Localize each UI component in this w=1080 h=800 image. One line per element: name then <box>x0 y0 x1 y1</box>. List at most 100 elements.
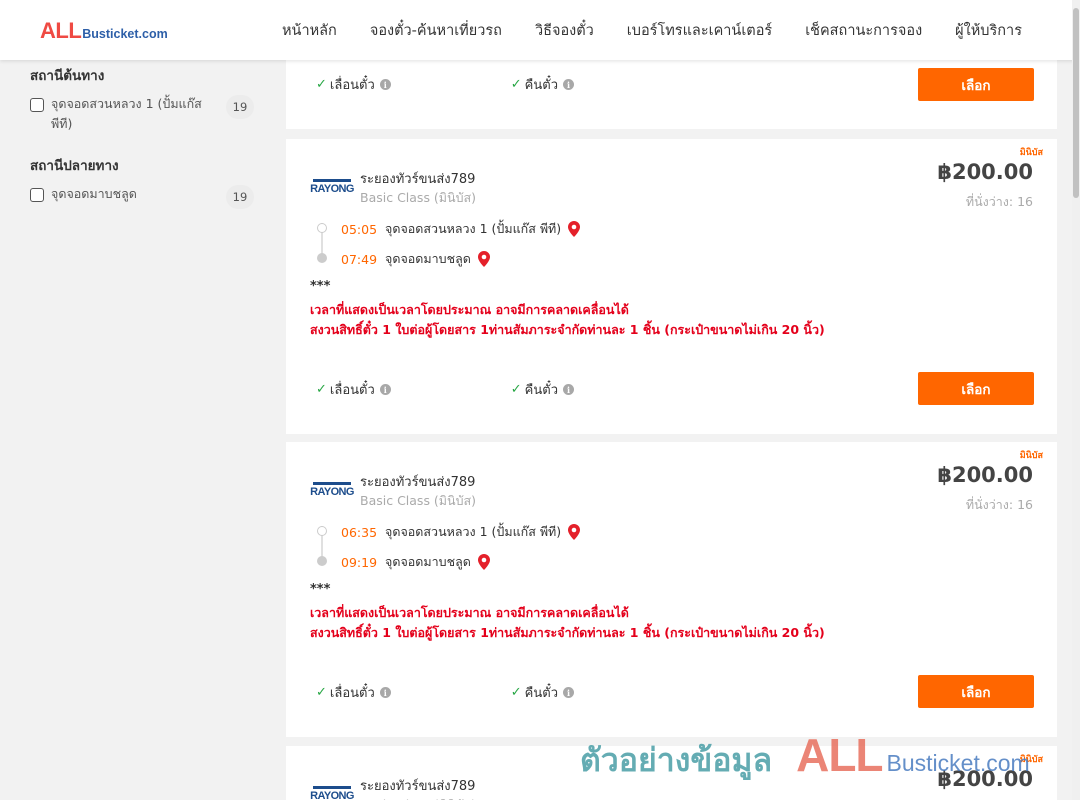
reschedule-label: เลื่อนตั๋ว <box>329 78 375 93</box>
map-pin-icon[interactable] <box>477 554 490 570</box>
arrival-stop-name: จุดจอดมาบชลูด <box>385 554 471 569</box>
luggage-policy: สงวนสิทธิ์ตั๋ว 1 ใบต่อผู้โดยสาร 1ท่านสัม… <box>310 322 825 337</box>
nav-phone-counters[interactable]: เบอร์โทรและเคาน์เตอร์ <box>627 19 772 42</box>
site-header: ALL Busticket.com หน้าหลัก จองตั๋ว-ค้นหา… <box>0 0 1080 60</box>
operator-name: ระยองทัวร์ขนส่ง789 <box>360 475 476 490</box>
amenities-row: ✓ เลื่อนตั๋ว i ✓ คืนตั๋ว i <box>316 74 694 95</box>
map-pin-icon[interactable] <box>568 221 581 237</box>
check-icon: ✓ <box>510 382 522 397</box>
destination-filter-title: สถานีปลายทาง <box>30 158 119 174</box>
destination-filter-option[interactable]: จุดจอดมาบชลูด 19 <box>30 185 260 209</box>
reschedule-label: เลื่อนตั๋ว <box>329 686 375 701</box>
departure-stop-name: จุดจอดสวนหลวง 1 (ปั้มแก๊ส พีที) <box>385 524 562 539</box>
origin-filter-option[interactable]: จุดจอดสวนหลวง 1 (ปั้มแก๊ส พีที) 19 <box>30 95 260 134</box>
destination-option-label: จุดจอดมาบชลูด <box>51 186 137 201</box>
operator-logo: RAYONG <box>310 786 354 800</box>
filter-sidebar: สถานีต้นทาง จุดจอดสวนหลวง 1 (ปั้มแก๊ส พี… <box>30 60 260 209</box>
ticket-price: ฿200.00 <box>937 160 1033 184</box>
refund-amenity: ✓ คืนตั๋ว i <box>511 682 574 703</box>
info-icon[interactable]: i <box>563 79 574 90</box>
scrollbar-thumb[interactable] <box>1073 8 1079 198</box>
bus-type-badge: มินิบัส <box>1019 451 1043 461</box>
refund-label: คืนตั๋ว <box>524 686 558 701</box>
nav-book-search[interactable]: จองตั๋ว-ค้นหาเที่ยวรถ <box>370 19 502 42</box>
check-icon: ✓ <box>316 382 327 397</box>
amenities-row: ✓ เลื่อนตั๋ว i ✓ คืนตั๋ว i <box>316 379 694 400</box>
operator-logo: RAYONG <box>310 179 354 195</box>
time-disclaimer: เวลาที่แสดงเป็นเวลาโดยประมาณ อาจมีการคลา… <box>310 302 629 317</box>
luggage-policy: สงวนสิทธิ์ตั๋ว 1 ใบต่อผู้โดยสาร 1ท่านสัม… <box>310 625 825 640</box>
info-icon[interactable]: i <box>379 79 391 90</box>
select-button[interactable]: เลือก <box>918 675 1034 708</box>
origin-option-count: 19 <box>226 95 254 119</box>
info-icon[interactable]: i <box>563 384 574 395</box>
departure-stop-name: จุดจอดสวนหลวง 1 (ปั้มแก๊ส พีที) <box>385 221 562 236</box>
refund-label: คืนตั๋ว <box>524 383 558 398</box>
arrival-dot-icon <box>317 253 327 263</box>
departure-dot-icon <box>317 223 327 233</box>
remarks-marker: *** <box>310 582 331 597</box>
check-icon: ✓ <box>510 685 522 700</box>
origin-checkbox[interactable] <box>30 98 44 112</box>
refund-label: คืนตั๋ว <box>524 78 558 93</box>
arrival-stop: 07:49 จุดจอดมาบชลูด <box>341 249 490 269</box>
operator-logo: RAYONG <box>310 482 354 498</box>
info-icon[interactable]: i <box>379 687 391 698</box>
page-scrollbar[interactable] <box>1072 0 1080 800</box>
logo-domain-text: Busticket.com <box>82 27 168 41</box>
reschedule-label: เลื่อนตั๋ว <box>329 383 375 398</box>
destination-checkbox[interactable] <box>30 188 44 202</box>
departure-stop: 05:05 จุดจอดสวนหลวง 1 (ปั้มแก๊ส พีที) <box>341 219 581 239</box>
bus-class: Basic Class (มินิบัส) <box>360 493 477 508</box>
origin-filter-title: สถานีต้นทาง <box>30 68 105 84</box>
trip-card-previous: ✓ เลื่อนตั๋ว i ✓ คืนตั๋ว i เลือก <box>286 60 1057 129</box>
refund-amenity: ✓ คืนตั๋ว i <box>511 379 574 400</box>
map-pin-icon[interactable] <box>568 524 581 540</box>
departure-stop: 06:35 จุดจอดสวนหลวง 1 (ปั้มแก๊ส พีที) <box>341 522 581 542</box>
ticket-price: ฿200.00 <box>937 463 1033 487</box>
select-button[interactable]: เลือก <box>918 68 1034 101</box>
arrival-time: 07:49 <box>341 251 378 267</box>
destination-option-count: 19 <box>226 185 254 209</box>
bus-class: Basic Class (มินิบัส) <box>360 795 476 800</box>
bus-type-badge: มินิบัส <box>1019 755 1043 765</box>
info-icon[interactable]: i <box>563 687 574 698</box>
reschedule-amenity: ✓ เลื่อนตั๋ว i <box>316 682 391 703</box>
operator-name: ระยองทัวร์ขนส่ง789 <box>360 779 476 794</box>
arrival-dot-icon <box>317 556 327 566</box>
bus-type-badge: มินิบัส <box>1019 148 1043 158</box>
site-logo[interactable]: ALL Busticket.com <box>40 20 168 42</box>
nav-how-to-book[interactable]: วิธีจองตั๋ว <box>535 19 594 42</box>
trip-card-next: มินิบัส RAYONG ระยองทัวร์ขนส่ง789 Basic … <box>286 746 1057 800</box>
nav-home[interactable]: หน้าหลัก <box>282 19 337 42</box>
bus-class: Basic Class (มินิบัส) <box>360 190 477 205</box>
reschedule-amenity: ✓ เลื่อนตั๋ว i <box>316 379 391 400</box>
nav-operators[interactable]: ผู้ให้บริการ <box>955 19 1022 42</box>
logo-all-text: ALL <box>40 18 82 43</box>
departure-time: 05:05 <box>341 221 378 237</box>
departure-dot-icon <box>317 526 327 536</box>
nav-check-booking[interactable]: เช็คสถานะการจอง <box>805 19 922 42</box>
main-nav: หน้าหลัก จองตั๋ว-ค้นหาเที่ยวรถ วิธีจองตั… <box>249 0 1022 60</box>
arrival-stop: 09:19 จุดจอดมาบชลูด <box>341 552 490 572</box>
ticket-price: ฿200.00 <box>937 767 1033 791</box>
map-pin-icon[interactable] <box>477 251 490 267</box>
trip-card: มินิบัส RAYONG ระยองทัวร์ขนส่ง789 Basic … <box>286 139 1057 434</box>
reschedule-amenity: ✓ เลื่อนตั๋ว i <box>316 74 391 95</box>
info-icon[interactable]: i <box>379 384 391 395</box>
arrival-time: 09:19 <box>341 554 378 570</box>
check-icon: ✓ <box>316 77 327 92</box>
trip-card: มินิบัส RAYONG ระยองทัวร์ขนส่ง789 Basic … <box>286 442 1057 737</box>
time-disclaimer: เวลาที่แสดงเป็นเวลาโดยประมาณ อาจมีการคลา… <box>310 605 629 620</box>
departure-time: 06:35 <box>341 524 378 540</box>
amenities-row: ✓ เลื่อนตั๋ว i ✓ คืนตั๋ว i <box>316 682 694 703</box>
operator-name: ระยองทัวร์ขนส่ง789 <box>360 172 476 187</box>
remarks-marker: *** <box>310 279 331 294</box>
select-button[interactable]: เลือก <box>918 372 1034 405</box>
check-icon: ✓ <box>510 77 522 92</box>
available-seats: ที่นั่งว่าง: 16 <box>965 497 1033 512</box>
refund-amenity: ✓ คืนตั๋ว i <box>511 74 574 95</box>
origin-option-label: จุดจอดสวนหลวง 1 (ปั้มแก๊ส พีที) <box>51 96 202 131</box>
available-seats: ที่นั่งว่าง: 16 <box>965 194 1033 209</box>
check-icon: ✓ <box>316 685 327 700</box>
